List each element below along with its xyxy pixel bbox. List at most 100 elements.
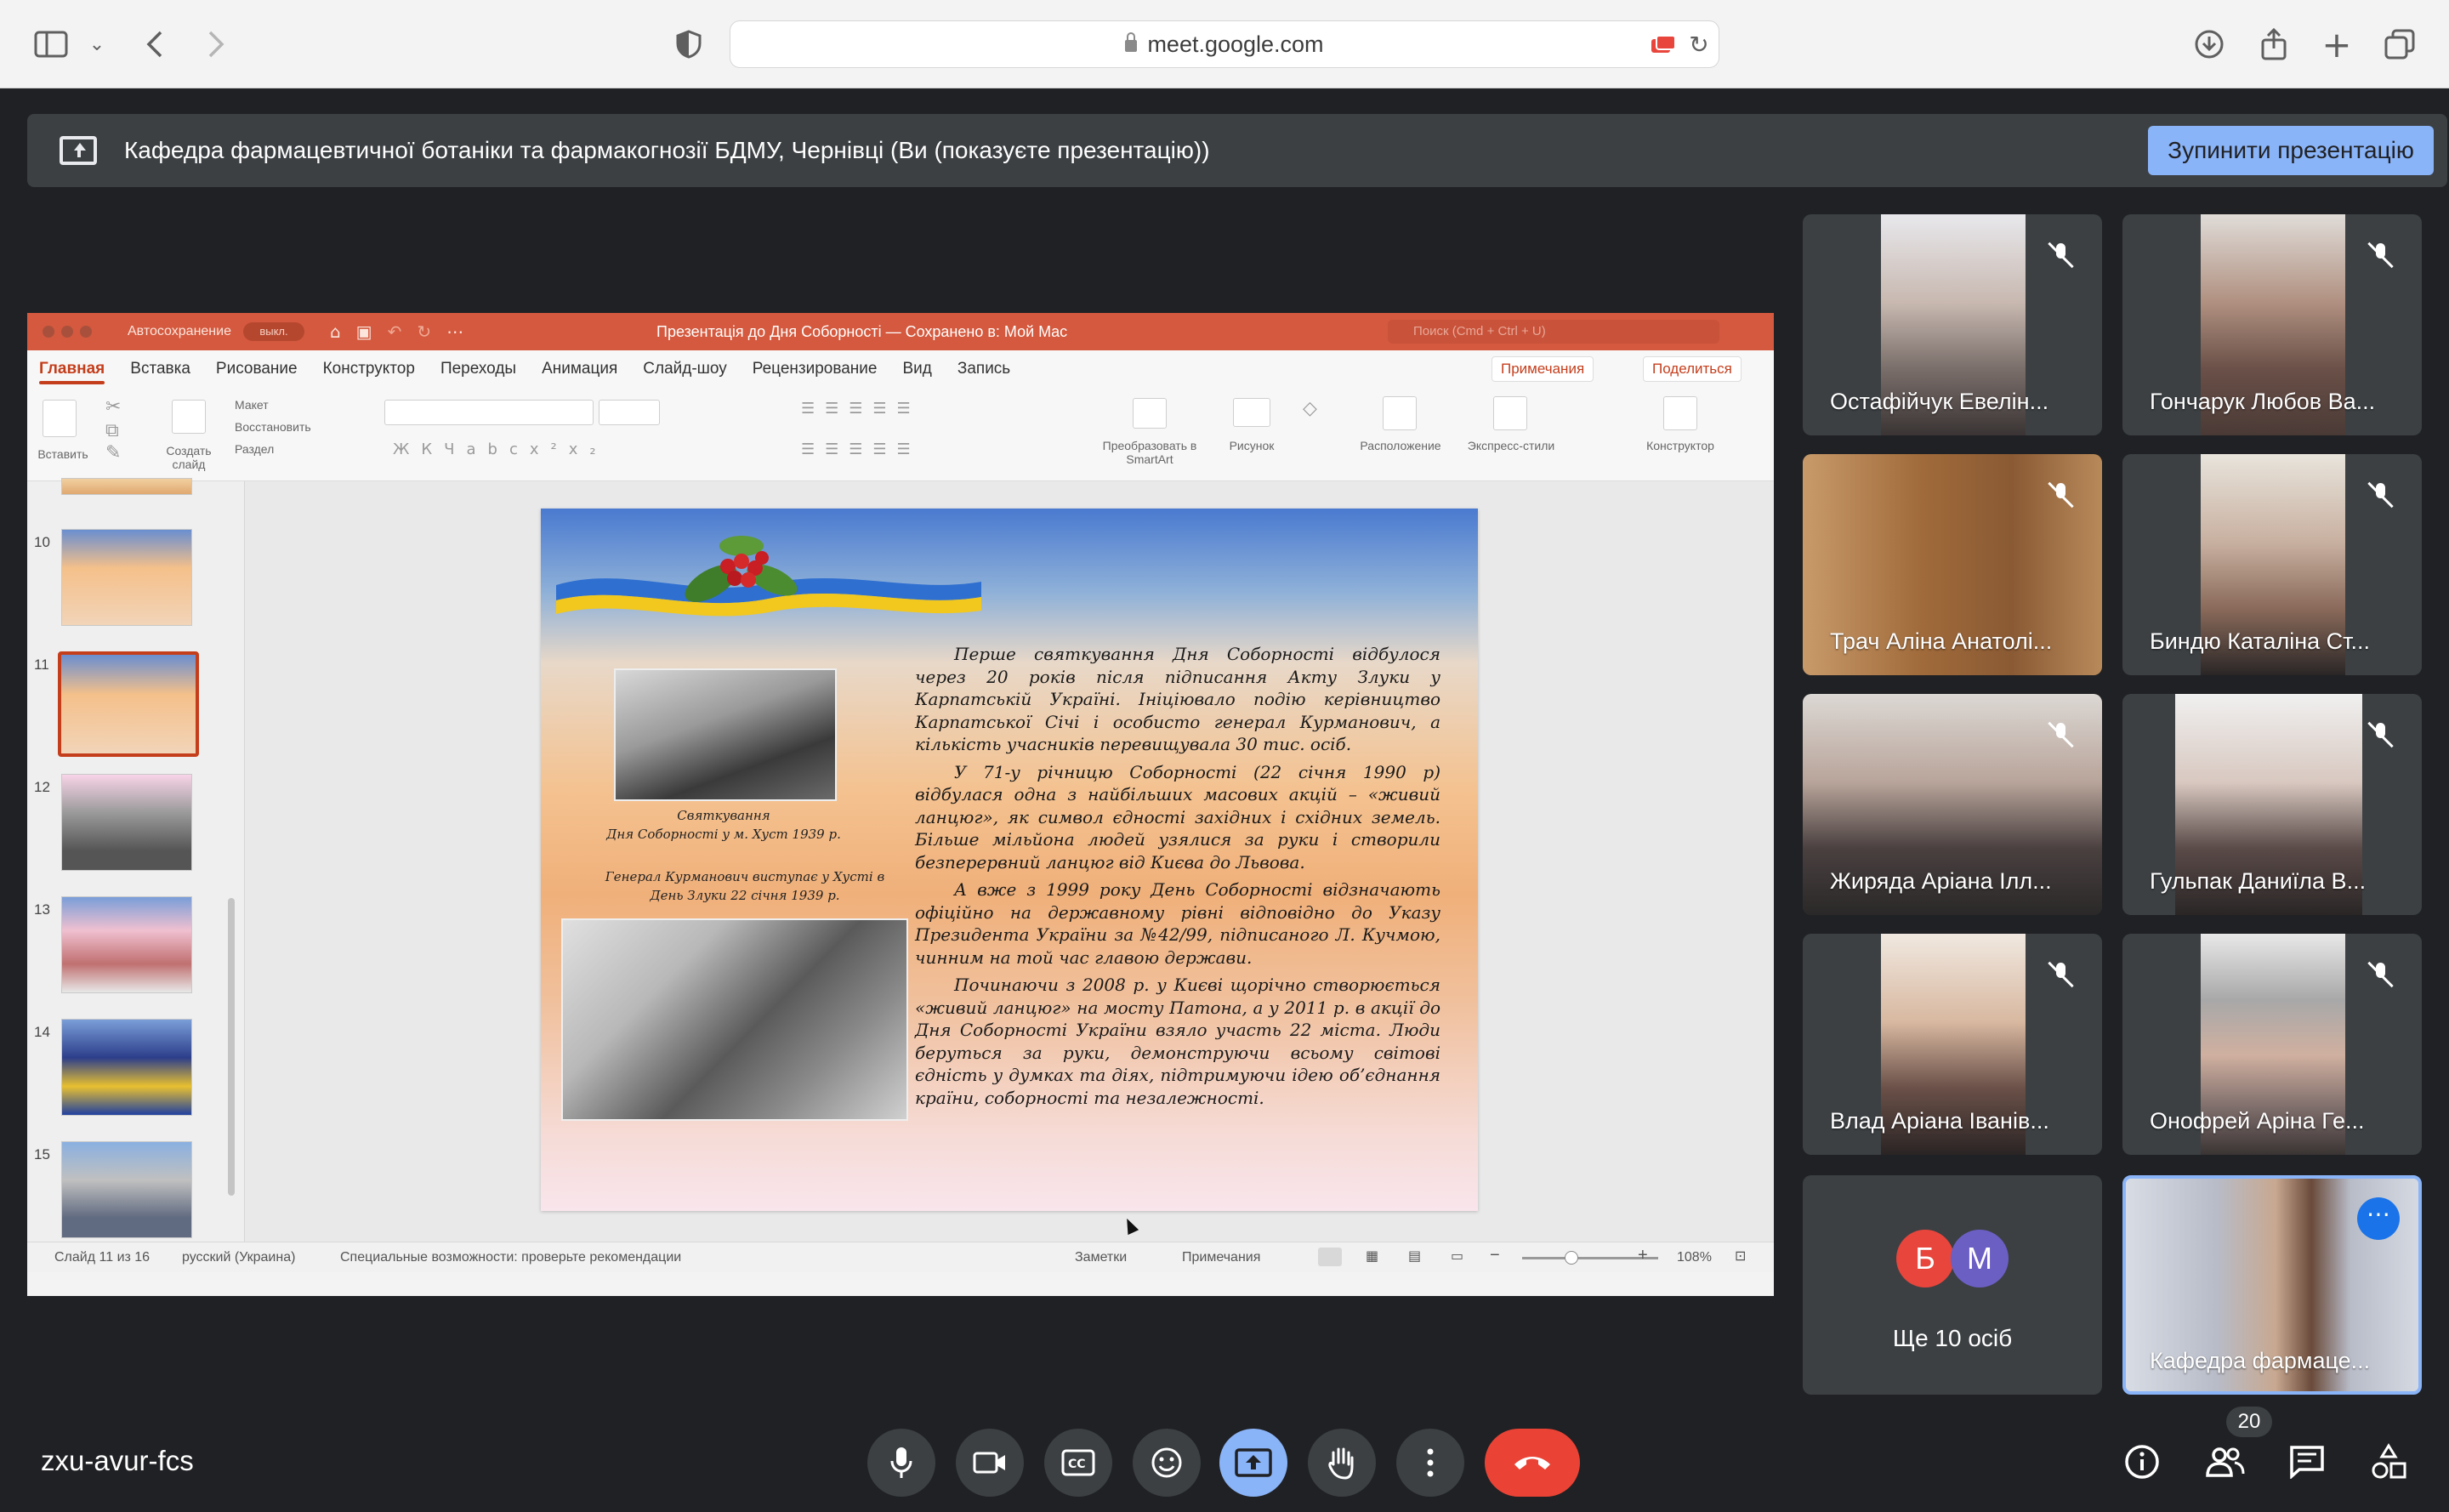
font-size-select[interactable] bbox=[599, 400, 660, 425]
copy-icon[interactable]: ⧉ bbox=[105, 420, 119, 441]
people-icon[interactable] bbox=[2204, 1441, 2247, 1483]
participant-tile[interactable]: Жиряда Аріана Ілл... bbox=[1803, 694, 2102, 915]
sidebar-icon[interactable] bbox=[32, 26, 70, 63]
minimize-window-icon[interactable] bbox=[61, 326, 73, 338]
home-icon[interactable]: ⌂ bbox=[330, 321, 341, 342]
stop-presenting-button[interactable]: Зупинити презентацію bbox=[2148, 126, 2434, 175]
slide-thumbnail[interactable] bbox=[61, 896, 192, 993]
tab-view[interactable]: Вид bbox=[902, 350, 931, 388]
reset-label[interactable]: Восстановить bbox=[235, 420, 311, 434]
chevron-down-icon[interactable]: ⌄ bbox=[78, 26, 116, 63]
tab-slideshow[interactable]: Слайд-шоу bbox=[643, 350, 727, 388]
comments-button[interactable]: Примечания bbox=[1492, 356, 1594, 382]
thumbnails-scrollbar[interactable] bbox=[228, 898, 235, 1196]
address-bar[interactable]: meet.google.com bbox=[730, 20, 1719, 68]
ppt-search-input[interactable]: Поиск (Cmd + Ctrl + U) bbox=[1388, 320, 1719, 344]
tab-review[interactable]: Рецензирование bbox=[753, 350, 878, 388]
new-slide-icon[interactable] bbox=[172, 400, 206, 434]
notes-button[interactable]: Заметки bbox=[1075, 1250, 1127, 1265]
slide-thumbnails: 10 11 12 13 14 15 bbox=[27, 478, 245, 1242]
participant-tile[interactable]: Трач Аліна Анатолі... bbox=[1803, 454, 2102, 675]
tab-insert[interactable]: Вставка bbox=[130, 350, 190, 388]
more-participants-tile[interactable]: Б М Ще 10 осіб bbox=[1803, 1175, 2102, 1395]
participant-tile[interactable]: Гульпак Даниїла В... bbox=[2122, 694, 2422, 915]
normal-view-icon[interactable] bbox=[1318, 1248, 1342, 1266]
shapes-icon[interactable]: ◇ bbox=[1303, 398, 1317, 419]
list-format-icons[interactable]: ☰☰☰☰☰ bbox=[801, 400, 921, 418]
slide-thumbnail[interactable] bbox=[61, 774, 192, 871]
zoom-slider-knob[interactable] bbox=[1565, 1251, 1578, 1265]
status-comments-button[interactable]: Примечания bbox=[1182, 1250, 1260, 1265]
smartart-icon[interactable] bbox=[1133, 398, 1167, 429]
participant-tile[interactable]: Влад Аріана Іванів... bbox=[1803, 934, 2102, 1155]
close-window-icon[interactable] bbox=[43, 326, 54, 338]
share-icon[interactable] bbox=[2255, 26, 2293, 63]
reload-icon[interactable]: ↻ bbox=[1680, 26, 1718, 63]
language-indicator[interactable]: русский (Украина) bbox=[182, 1250, 295, 1265]
tabs-icon[interactable] bbox=[2381, 26, 2418, 63]
more-options-icon[interactable]: ⋯ bbox=[2357, 1197, 2400, 1240]
raise-hand-button[interactable] bbox=[1308, 1429, 1376, 1497]
captions-button[interactable]: CC bbox=[1044, 1429, 1112, 1497]
section-label[interactable]: Раздел bbox=[235, 442, 274, 456]
font-family-select[interactable] bbox=[384, 400, 594, 425]
tab-draw[interactable]: Рисование bbox=[216, 350, 298, 388]
autosave-toggle[interactable]: выкл. bbox=[242, 322, 304, 341]
tab-design[interactable]: Конструктор bbox=[323, 350, 415, 388]
slide-thumbnail-selected[interactable] bbox=[58, 651, 199, 757]
text-format-icons[interactable]: ЖКЧabcx²x₂ bbox=[393, 441, 608, 458]
emoji-button[interactable] bbox=[1133, 1429, 1201, 1497]
share-button[interactable]: Поделиться bbox=[1643, 356, 1742, 382]
shield-icon[interactable] bbox=[670, 26, 707, 63]
accessibility-status[interactable]: Специальные возможности: проверьте реком… bbox=[340, 1250, 681, 1265]
more-icon[interactable]: ⋯ bbox=[446, 321, 463, 343]
arrange-icon[interactable] bbox=[1383, 396, 1417, 430]
save-icon[interactable]: ▣ bbox=[356, 321, 372, 342]
slide-thumbnail[interactable] bbox=[61, 529, 192, 626]
info-icon[interactable] bbox=[2121, 1441, 2163, 1483]
layout-label[interactable]: Макет bbox=[235, 398, 269, 412]
forward-icon[interactable] bbox=[197, 26, 235, 63]
present-button[interactable] bbox=[1219, 1429, 1287, 1497]
align-format-icons[interactable]: ☰☰☰☰☰ bbox=[801, 441, 921, 458]
chat-icon[interactable] bbox=[2286, 1441, 2328, 1483]
more-options-button[interactable] bbox=[1396, 1429, 1464, 1497]
quick-styles-icon[interactable] bbox=[1493, 396, 1527, 430]
paste-icon[interactable] bbox=[43, 400, 77, 437]
participant-tile[interactable]: Онофрей Аріна Ге... bbox=[2122, 934, 2422, 1155]
picture-icon[interactable] bbox=[1233, 398, 1270, 427]
tab-transitions[interactable]: Переходы bbox=[440, 350, 516, 388]
undo-icon[interactable]: ↶ bbox=[388, 321, 402, 342]
download-icon[interactable] bbox=[2190, 26, 2228, 63]
grid-view-icon[interactable]: ▦ bbox=[1366, 1248, 1378, 1264]
slideshow-view-icon[interactable]: ▭ bbox=[1451, 1248, 1463, 1264]
zoom-in-icon[interactable]: + bbox=[1638, 1246, 1648, 1265]
participant-tile[interactable]: Остафійчук Евелін... bbox=[1803, 214, 2102, 435]
designer-icon[interactable] bbox=[1663, 396, 1697, 430]
participant-tile[interactable]: Гончарук Любов Ва... bbox=[2122, 214, 2422, 435]
cut-icon[interactable]: ✂ bbox=[105, 396, 121, 418]
format-painter-icon[interactable]: ✎ bbox=[105, 442, 121, 463]
mic-button[interactable] bbox=[867, 1429, 935, 1497]
back-icon[interactable] bbox=[136, 26, 173, 63]
redo-icon[interactable]: ↻ bbox=[417, 321, 431, 342]
slide-thumbnail[interactable] bbox=[61, 478, 192, 495]
fit-slide-icon[interactable]: ⊡ bbox=[1735, 1248, 1746, 1264]
camera-recording-icon[interactable] bbox=[1645, 26, 1682, 63]
ribbon: Вставить ✂ ⧉ ✎ Создать слайд Макет Восст… bbox=[27, 388, 1774, 481]
tab-home[interactable]: Главная bbox=[39, 350, 105, 388]
slide-thumbnail[interactable] bbox=[61, 1019, 192, 1116]
participant-tile[interactable]: Биндю Каталіна Ст... bbox=[2122, 454, 2422, 675]
slide-thumbnail[interactable] bbox=[61, 1141, 192, 1238]
zoom-level[interactable]: 108% bbox=[1677, 1250, 1712, 1265]
leave-call-button[interactable] bbox=[1485, 1429, 1580, 1497]
zoom-out-icon[interactable]: − bbox=[1490, 1246, 1500, 1265]
tab-record[interactable]: Запись bbox=[957, 350, 1010, 388]
zoom-window-icon[interactable] bbox=[80, 326, 92, 338]
self-tile[interactable]: ⋯ Кафедра фармаце... bbox=[2122, 1175, 2422, 1395]
tab-animations[interactable]: Анимация bbox=[542, 350, 617, 388]
camera-button[interactable] bbox=[956, 1429, 1024, 1497]
activities-icon[interactable] bbox=[2367, 1441, 2410, 1483]
new-tab-icon[interactable]: + bbox=[2318, 24, 2355, 65]
reading-view-icon[interactable]: ▤ bbox=[1408, 1248, 1421, 1264]
